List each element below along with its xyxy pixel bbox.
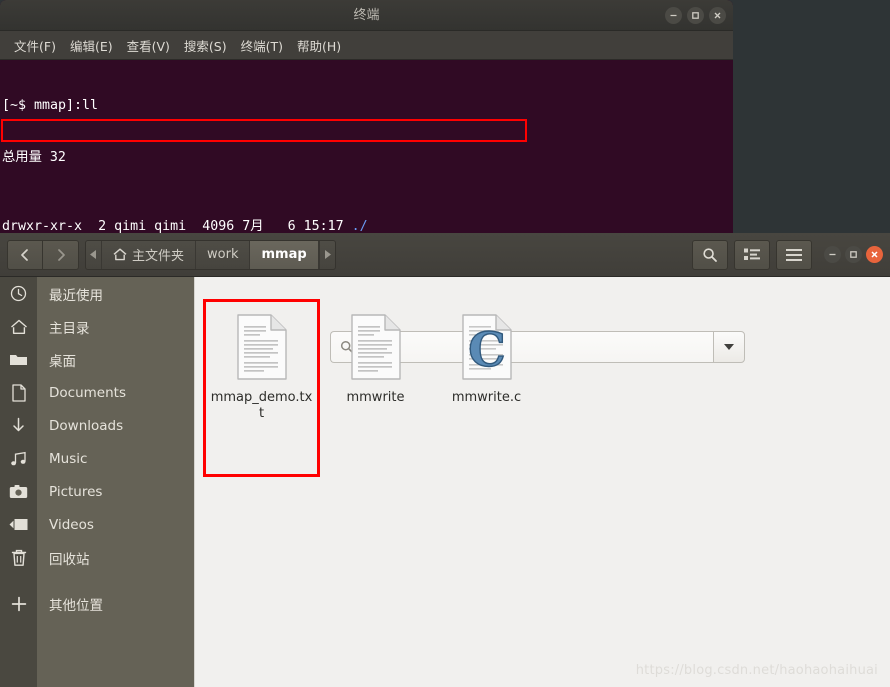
video-icon bbox=[0, 518, 37, 531]
menu-view[interactable]: 查看(V) bbox=[121, 33, 176, 58]
terminal-line: drwxr-xr-x 2 qimi qimi 4096 7月 6 15:17 .… bbox=[1, 218, 733, 233]
file-manager-headerbar: 主文件夹 work mmap bbox=[0, 233, 890, 277]
sidebar-item-home[interactable]: 主目录 bbox=[0, 310, 194, 343]
close-icon[interactable] bbox=[709, 7, 726, 24]
breadcrumb-label: work bbox=[207, 247, 239, 262]
navigation-buttons bbox=[7, 239, 79, 270]
text-file-icon bbox=[234, 313, 290, 381]
svg-text:C: C bbox=[468, 323, 505, 378]
hamburger-menu-icon[interactable] bbox=[776, 239, 812, 270]
search-dropdown-button[interactable] bbox=[713, 331, 745, 363]
sidebar-item-recent[interactable]: 最近使用 bbox=[0, 277, 194, 310]
file-manager-window-controls bbox=[824, 246, 883, 263]
forward-icon[interactable] bbox=[43, 239, 79, 270]
plus-icon bbox=[0, 596, 37, 612]
file-manager-window: 主文件夹 work mmap 最近使用 主目录 桌面 Documents Dow… bbox=[0, 233, 890, 687]
sidebar-item-label: 回收站 bbox=[49, 551, 90, 568]
terminal-window: 终端 文件(F) 编辑(E) 查看(V) 搜索(S) 终端(T) 帮助(H) [… bbox=[0, 0, 733, 233]
home-icon bbox=[113, 248, 127, 261]
trash-icon bbox=[0, 549, 37, 567]
sidebar-item-label: Pictures bbox=[49, 483, 103, 500]
breadcrumb-label: mmap bbox=[261, 247, 307, 262]
file-name-label: mmap_demo.txt bbox=[210, 390, 313, 421]
file-item-mmwrite-c[interactable]: C mmwrite.c bbox=[431, 299, 542, 477]
clock-icon bbox=[0, 285, 37, 302]
maximize-icon[interactable] bbox=[845, 246, 862, 263]
terminal-highlight-box bbox=[1, 119, 527, 142]
terminal-line: [~$ mmap]:ll bbox=[2, 98, 99, 114]
breadcrumb-item-mmap[interactable]: mmap bbox=[250, 240, 319, 269]
terminal-menubar: 文件(F) 编辑(E) 查看(V) 搜索(S) 终端(T) 帮助(H) bbox=[0, 31, 733, 60]
sidebar-item-label: 桌面 bbox=[49, 353, 76, 370]
maximize-icon[interactable] bbox=[687, 7, 704, 24]
minimize-icon[interactable] bbox=[824, 246, 841, 263]
sidebar-item-label: Videos bbox=[49, 516, 94, 533]
file-grid: mmap_demo.txt mmwrite C mmwrite.c bbox=[203, 299, 542, 477]
chevron-down-icon bbox=[724, 344, 734, 350]
sidebar-item-label: 其他位置 bbox=[49, 597, 103, 614]
menu-terminal[interactable]: 终端(T) bbox=[235, 33, 289, 58]
sidebar-item-downloads[interactable]: Downloads bbox=[0, 409, 194, 442]
sidebar-item-trash[interactable]: 回收站 bbox=[0, 541, 194, 574]
sidebar-item-videos[interactable]: Videos bbox=[0, 508, 194, 541]
sidebar-item-label: Music bbox=[49, 450, 88, 467]
back-icon[interactable] bbox=[7, 239, 43, 270]
file-size: 4096 bbox=[194, 218, 235, 233]
chevron-left-icon[interactable] bbox=[86, 240, 102, 269]
menu-edit[interactable]: 编辑(E) bbox=[64, 33, 119, 58]
sidebar-item-desktop[interactable]: 桌面 bbox=[0, 343, 194, 376]
sidebar-item-label: Documents bbox=[49, 384, 126, 401]
folder-icon bbox=[0, 352, 37, 367]
chevron-right-icon[interactable] bbox=[318, 240, 335, 269]
watermark: https://blog.csdn.net/haohaohaihuai bbox=[635, 663, 878, 678]
document-icon bbox=[0, 383, 37, 402]
file-item-mmwrite[interactable]: mmwrite bbox=[320, 299, 431, 477]
c-source-file-icon: C bbox=[459, 313, 515, 381]
sidebar: 最近使用 主目录 桌面 Documents Downloads Music Pi… bbox=[0, 277, 194, 687]
file-day: 6 bbox=[279, 218, 296, 233]
file-links: 2 bbox=[90, 218, 107, 233]
terminal-output[interactable]: [~$ mmap]:ll 总用量 32 drwxr-xr-x 2 qimi qi… bbox=[0, 60, 733, 233]
terminal-line: 总用量 32 bbox=[2, 150, 66, 166]
sidebar-item-other-locations[interactable]: 其他位置 bbox=[0, 587, 194, 620]
breadcrumb-label: 主文件夹 bbox=[132, 249, 185, 264]
sidebar-item-label: Downloads bbox=[49, 417, 124, 434]
file-item-mmap-demo-txt[interactable]: mmap_demo.txt bbox=[203, 299, 320, 477]
sidebar-item-music[interactable]: Music bbox=[0, 442, 194, 475]
close-icon[interactable] bbox=[866, 246, 883, 263]
file-name-label: mmwrite bbox=[346, 390, 405, 405]
terminal-title: 终端 bbox=[353, 8, 380, 23]
menu-search[interactable]: 搜索(S) bbox=[178, 33, 233, 58]
music-icon bbox=[0, 451, 37, 467]
home-icon bbox=[0, 319, 37, 335]
sidebar-item-documents[interactable]: Documents bbox=[0, 376, 194, 409]
file-manager-body: 最近使用 主目录 桌面 Documents Downloads Music Pi… bbox=[0, 277, 890, 687]
sidebar-item-label: 主目录 bbox=[49, 320, 90, 337]
menu-help[interactable]: 帮助(H) bbox=[291, 33, 347, 58]
file-month: 7月 bbox=[242, 218, 264, 233]
file-name: ./ bbox=[351, 218, 368, 233]
breadcrumb: 主文件夹 work mmap bbox=[85, 239, 336, 270]
file-list-area[interactable]: mmap_demo.txt mmwrite C mmwrite.c https:… bbox=[194, 277, 890, 687]
file-user: qimi bbox=[114, 218, 147, 233]
file-time: 15:17 bbox=[303, 218, 344, 233]
download-icon bbox=[0, 417, 37, 435]
sidebar-item-label: 最近使用 bbox=[49, 287, 103, 304]
list-view-icon[interactable] bbox=[734, 239, 770, 270]
file-name-label: mmwrite.c bbox=[451, 390, 522, 405]
file-group: qimi bbox=[154, 218, 187, 233]
camera-icon bbox=[0, 484, 37, 499]
screen: 终端 文件(F) 编辑(E) 查看(V) 搜索(S) 终端(T) 帮助(H) [… bbox=[0, 0, 890, 687]
breadcrumb-item-home[interactable]: 主文件夹 bbox=[102, 240, 197, 269]
breadcrumb-item-work[interactable]: work bbox=[196, 240, 251, 269]
sidebar-item-pictures[interactable]: Pictures bbox=[0, 475, 194, 508]
menu-file[interactable]: 文件(F) bbox=[8, 33, 62, 58]
file-perms: drwxr-xr-x bbox=[2, 218, 83, 233]
terminal-titlebar[interactable]: 终端 bbox=[0, 0, 733, 31]
terminal-window-controls bbox=[665, 7, 726, 24]
search-icon[interactable] bbox=[692, 239, 728, 270]
text-file-icon bbox=[348, 313, 404, 381]
minimize-icon[interactable] bbox=[665, 7, 682, 24]
